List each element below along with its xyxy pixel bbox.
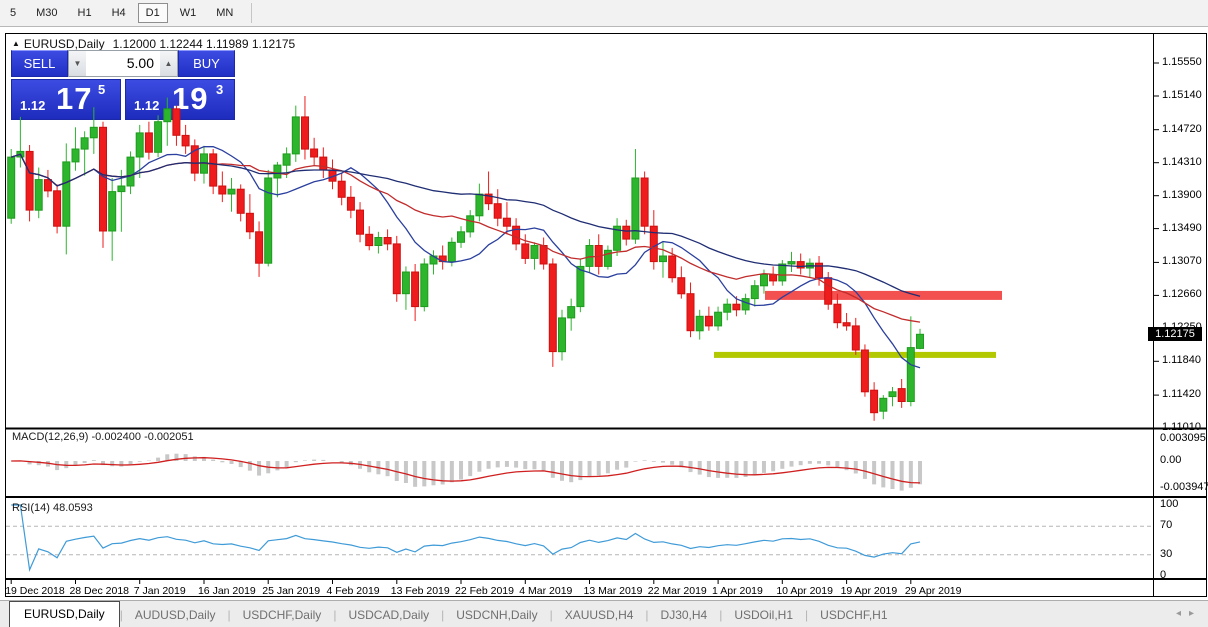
chart-tab-DJ30-H4[interactable]: DJ30,H4: [649, 603, 720, 627]
chart-tab-USDCNH-Daily[interactable]: USDCNH,Daily: [444, 603, 549, 627]
date-axis-label: 29 Apr 2019: [905, 585, 962, 597]
buy-price-big: 19: [172, 81, 208, 117]
chart-window: ▲ EURUSD,Daily 1.12000 1.12244 1.11989 1.1…: [5, 33, 1207, 597]
rsi-axis-label: 100: [1160, 498, 1178, 510]
volume-decrease-icon[interactable]: ▼: [69, 51, 86, 76]
price-axis-label: 1.12660: [1162, 288, 1202, 300]
timeframe-button-W1[interactable]: W1: [172, 3, 205, 23]
date-axis-label: 4 Feb 2019: [327, 585, 380, 597]
price-axis-label: 1.13490: [1162, 222, 1202, 234]
timeframe-button-H4[interactable]: H4: [104, 3, 134, 23]
rsi-axis-label: 30: [1160, 548, 1172, 560]
price-axis-label: 1.11840: [1162, 354, 1201, 366]
tab-scroll-left-icon[interactable]: ◂: [1176, 608, 1189, 619]
one-click-trade-panel: SELL ▼ 5.00 ▲ BUY 1.12 17 5 1.12 19 3: [11, 50, 235, 120]
sell-price-base: 1.12: [20, 98, 45, 113]
date-axis-label: 22 Feb 2019: [455, 585, 514, 597]
date-axis-label: 13 Mar 2019: [584, 585, 643, 597]
volume-increase-icon[interactable]: ▲: [160, 51, 177, 76]
chart-tab-AUDUSD-Daily[interactable]: AUDUSD,Daily: [123, 603, 228, 627]
price-axis-label: 1.14720: [1162, 123, 1202, 135]
price-axis-label: 1.11420: [1162, 388, 1201, 400]
volume-spinner: ▼ 5.00 ▲: [68, 50, 178, 77]
sell-price-big: 17: [56, 81, 92, 117]
buy-button[interactable]: BUY: [178, 50, 235, 77]
chart-title: ▲ EURUSD,Daily 1.12000 1.12244 1.11989 1.1…: [12, 37, 295, 51]
date-axis-label: 25 Jan 2019: [262, 585, 320, 597]
price-axis-label: 1.15140: [1162, 89, 1202, 101]
timeframe-button-M30[interactable]: M30: [28, 3, 65, 23]
chart-tab-USDCAD-Daily[interactable]: USDCAD,Daily: [336, 603, 441, 627]
chart-symbol-period: EURUSD,Daily: [24, 37, 105, 51]
date-axis-label: 7 Jan 2019: [134, 585, 186, 597]
price-axis-label: 1.14310: [1162, 156, 1202, 168]
current-price-tag: 1.12175: [1148, 327, 1202, 341]
date-axis-label: 4 Mar 2019: [519, 585, 572, 597]
chart-tab-USDCHF-Daily[interactable]: USDCHF,Daily: [231, 603, 334, 627]
date-axis-label: 28 Dec 2018: [69, 585, 129, 597]
sell-button[interactable]: SELL: [11, 50, 68, 77]
date-axis-label: 22 Mar 2019: [648, 585, 707, 597]
rsi-axis-label: 70: [1160, 519, 1172, 531]
timeframe-toolbar: 5M30H1H4D1W1MN: [0, 0, 1208, 27]
price-axis-label: 1.15550: [1162, 56, 1202, 68]
chart-tab-USDCHF-H1[interactable]: USDCHF,H1: [808, 603, 899, 627]
date-axis-label: 1 Apr 2019: [712, 585, 763, 597]
trading-terminal: 5M30H1H4D1W1MN ▲EURUSD,Daily1.12000 1.12…: [0, 0, 1208, 627]
tab-scroll-right-icon[interactable]: ▸: [1189, 608, 1202, 619]
buy-price-box[interactable]: 1.12 19 3: [125, 79, 235, 120]
timeframe-button-D1[interactable]: D1: [138, 3, 168, 23]
sell-price-sup: 5: [98, 82, 105, 97]
date-axis-label: 19 Dec 2018: [5, 585, 65, 597]
toolbar-separator: [251, 3, 252, 23]
rsi-label: RSI(14) 48.0593: [12, 502, 93, 514]
macd-axis-label: -0.003947: [1160, 481, 1208, 493]
date-axis-label: 10 Apr 2019: [776, 585, 833, 597]
chart-tab-EURUSD-Daily[interactable]: EURUSD,Daily: [9, 601, 120, 627]
price-axis-label: 1.13900: [1162, 189, 1202, 201]
timeframe-button-5[interactable]: 5: [2, 3, 24, 23]
date-axis-label: 16 Jan 2019: [198, 585, 256, 597]
chart-tab-bar: EURUSD,Daily|AUDUSD,Daily|USDCHF,Daily|U…: [0, 600, 1208, 627]
sell-price-box[interactable]: 1.12 17 5: [11, 79, 121, 120]
volume-input[interactable]: 5.00: [86, 51, 160, 76]
date-axis-label: 19 Apr 2019: [841, 585, 898, 597]
rsi-axis-label: 0: [1160, 569, 1166, 581]
collapse-icon[interactable]: ▲: [12, 39, 20, 48]
chart-ohlc-values: 1.12000 1.12244 1.11989 1.12175: [113, 37, 296, 51]
macd-axis-label: 0.00: [1160, 454, 1181, 466]
tab-scroll-arrows: ◂▸: [1176, 608, 1202, 619]
price-axis-label: 1.13070: [1162, 255, 1202, 267]
buy-price-base: 1.12: [134, 98, 159, 113]
macd-label: MACD(12,26,9) -0.002400 -0.002051: [12, 431, 194, 443]
timeframe-button-H1[interactable]: H1: [70, 3, 100, 23]
date-axis-label: 13 Feb 2019: [391, 585, 450, 597]
macd-axis-label: 0.003095: [1160, 432, 1206, 444]
chart-tab-XAUUSD-H4[interactable]: XAUUSD,H4: [553, 603, 646, 627]
timeframe-button-MN[interactable]: MN: [208, 3, 241, 23]
buy-price-sup: 3: [216, 82, 223, 97]
chart-tab-USDOil-H1[interactable]: USDOil,H1: [722, 603, 805, 627]
